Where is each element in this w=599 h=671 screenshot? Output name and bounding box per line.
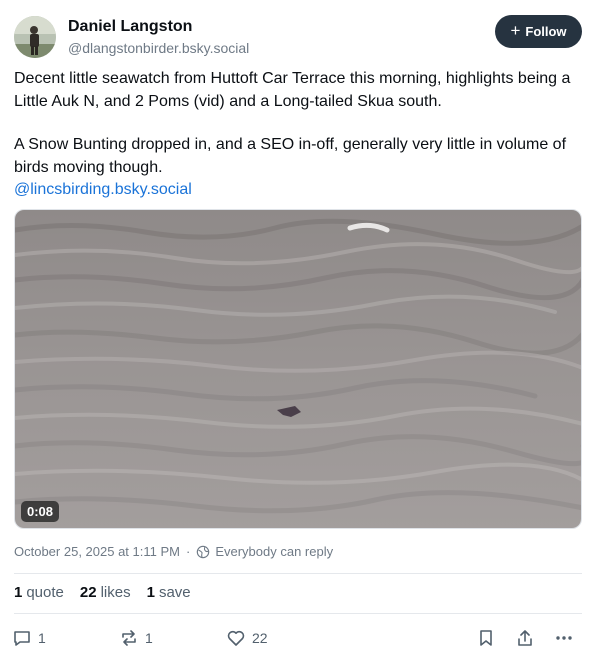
post-stats: 1 quote 22 likes 1 save xyxy=(14,584,191,601)
meta-separator: · xyxy=(185,544,191,559)
quotes-count: 1 xyxy=(14,584,23,601)
bookmark-icon xyxy=(480,630,492,646)
likes-stat[interactable]: 22 likes xyxy=(80,584,131,601)
post-card: Daniel Langston @dlangstonbirder.bsky.so… xyxy=(0,0,599,671)
heart-icon xyxy=(227,630,245,646)
quotes-label: quote xyxy=(26,584,64,601)
saves-count: 1 xyxy=(146,584,155,601)
author-info: Daniel Langston @dlangstonbirder.bsky.so… xyxy=(68,17,249,58)
repost-count: 1 xyxy=(145,630,153,646)
share-button[interactable] xyxy=(515,626,535,650)
likes-label: likes xyxy=(100,584,131,601)
reply-setting: Everybody can reply xyxy=(215,544,334,559)
follow-button[interactable]: + Follow xyxy=(495,15,582,48)
saves-stat[interactable]: 1 save xyxy=(147,584,191,601)
post-meta: October 25, 2025 at 1:11 PM · Everybody … xyxy=(14,544,333,559)
saves-label: save xyxy=(158,584,191,601)
likes-count: 22 xyxy=(79,584,97,601)
post-timestamp[interactable]: October 25, 2025 at 1:11 PM xyxy=(14,544,180,559)
video-duration: 0:08 xyxy=(21,501,60,522)
author-display-name[interactable]: Daniel Langston xyxy=(68,17,249,37)
video-player[interactable]: 0:08 xyxy=(14,209,582,529)
reply-button[interactable]: 1 xyxy=(12,626,46,650)
reply-count: 1 xyxy=(38,630,46,646)
avatar[interactable] xyxy=(14,16,56,58)
repost-button[interactable]: 1 xyxy=(119,626,153,650)
post-paragraph: Decent little seawatch from Huttoft Car … xyxy=(14,70,571,110)
share-icon xyxy=(518,630,532,646)
quotes-stat[interactable]: 1 quote xyxy=(14,584,64,601)
bookmark-button[interactable] xyxy=(476,626,496,650)
ellipsis-icon xyxy=(556,636,572,640)
follow-button-label: Follow xyxy=(525,24,567,39)
reply-icon xyxy=(14,631,30,646)
plus-icon: + xyxy=(510,21,521,40)
action-bar: 1 1 22 xyxy=(12,626,582,650)
repost-icon xyxy=(122,630,136,646)
like-button[interactable]: 22 xyxy=(226,626,268,650)
like-count: 22 xyxy=(252,630,268,646)
divider xyxy=(14,573,582,574)
post-paragraph: A Snow Bunting dropped in, and a SEO in-… xyxy=(14,136,567,176)
post-text: Decent little seawatch from Huttoft Car … xyxy=(14,68,584,202)
mention-link[interactable]: @lincsbirding.bsky.social xyxy=(14,181,192,198)
video-thumbnail xyxy=(15,210,581,528)
author-handle[interactable]: @dlangstonbirder.bsky.social xyxy=(68,38,249,58)
divider xyxy=(14,613,582,614)
globe-icon xyxy=(197,545,210,558)
more-options-button[interactable] xyxy=(554,626,574,650)
